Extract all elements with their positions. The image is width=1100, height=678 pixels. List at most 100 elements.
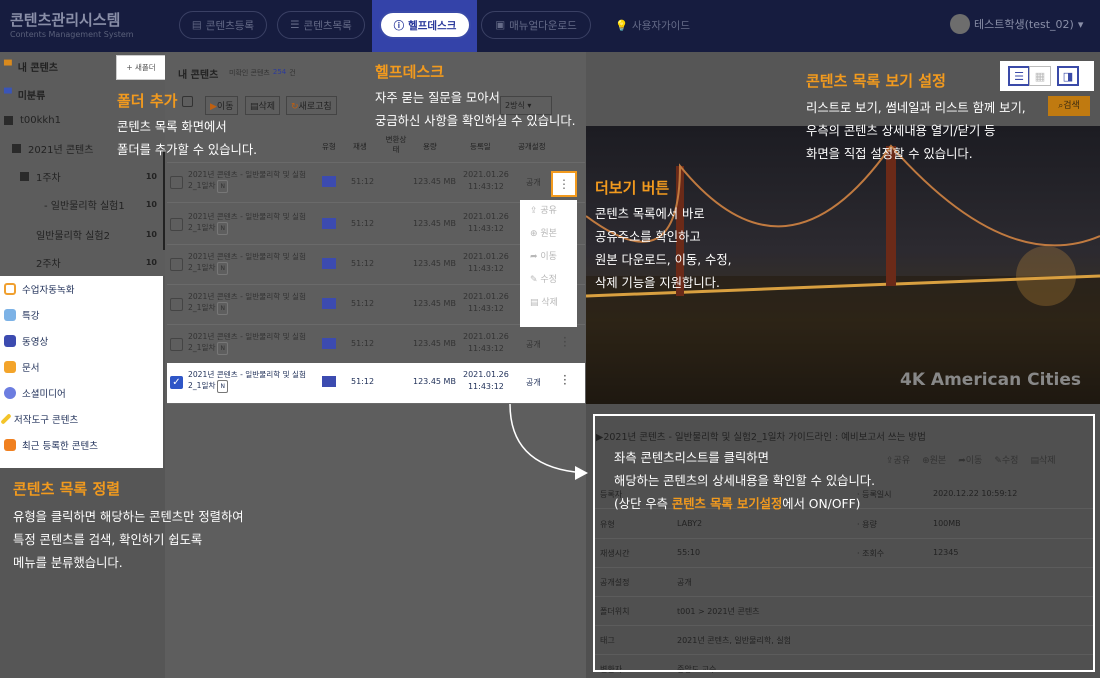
row-title[interactable]: 2021년 콘텐츠 - 일반물리학 및 실험2_1일차 N (188, 369, 313, 393)
list-view-icon[interactable]: ☰ (1008, 66, 1030, 86)
nav-button-user-guide[interactable]: 💡 사용자가이드 (605, 11, 700, 39)
collapse-icon (12, 143, 21, 153)
row-title[interactable]: 2021년 콘텐츠 - 일반물리학 및 실험2_1일차 N (188, 331, 313, 355)
new-badge: N (217, 262, 228, 275)
row-public: 공개 (526, 340, 541, 349)
new-badge: N (217, 302, 228, 315)
new-badge: N (217, 180, 228, 193)
table-row[interactable]: ✓ 2021년 콘텐츠 - 일반물리학 및 실험2_1일차 N 51:12 123.45… (167, 363, 585, 404)
annotation-sort-text: 유형을 클릭하면 해당하는 콘텐츠만 정렬하여 특정 콘텐츠를 검색, 확인하기 … (13, 510, 244, 570)
info-icon: ⓘ (393, 19, 405, 32)
row-checkbox[interactable]: ✓ (170, 376, 183, 389)
menu-item-delete[interactable]: ▤ 삭제 (520, 292, 577, 315)
column-type[interactable]: 유형 (322, 141, 336, 152)
thumbnail-view-icon[interactable]: ▦ (1029, 66, 1051, 86)
city-lights (1016, 246, 1076, 306)
row-size: 123.45 MB (413, 339, 456, 348)
refresh-button[interactable]: ↻새로고침 (286, 96, 337, 115)
video-type-icon (322, 376, 336, 387)
category-recent[interactable]: 최근 등록한 콘텐츠 (4, 432, 98, 458)
row-date: 2021.01.26 11:43:12 (463, 292, 509, 313)
nav-button-manual-download[interactable]: ▣ 매뉴얼다운로드 (481, 11, 591, 39)
more-icon[interactable]: ··· (563, 332, 567, 352)
app-title[interactable]: 콘텐츠관리시스템 (10, 9, 120, 30)
row-title[interactable]: 2021년 콘텐츠 - 일반물리학 및 실험2_1일차 N (188, 169, 313, 193)
column-play[interactable]: 재생 (353, 141, 367, 152)
menu-item-edit[interactable]: ✎ 수정 (520, 269, 577, 292)
move-icon: ▶ (210, 102, 217, 112)
list-title: 내 콘텐츠 (178, 70, 219, 81)
row-date: 2021.01.26 11:43:12 (463, 370, 509, 391)
row-checkbox[interactable] (170, 218, 183, 231)
menu-item-share[interactable]: ⇪ 공유 (520, 200, 577, 223)
row-checkbox[interactable] (170, 298, 183, 311)
menu-item-original[interactable]: ⊕ 원본 (520, 223, 577, 246)
folder-icon (4, 361, 16, 373)
annotation-detail-text: 좌측 콘텐츠리스트를 클릭하면 해당하는 콘텐츠의 상세내용을 확인할 수 있습니… (614, 451, 876, 511)
tree-week1[interactable]: 1주차 10 (0, 162, 165, 190)
nav-button-list[interactable]: ☰ 콘텐츠목록 (277, 11, 365, 39)
bridge-tower-right (886, 146, 896, 286)
category-document[interactable]: 문서 (4, 354, 39, 380)
row-size: 123.45 MB (413, 177, 456, 186)
select-all-checkbox[interactable] (182, 96, 193, 107)
arrow-icon: ➦ (530, 252, 541, 262)
row-size: 123.45 MB (413, 219, 456, 228)
annotation-more-title: 더보기 버튼 (595, 179, 670, 197)
new-folder-button[interactable]: + 새폴더 (116, 55, 166, 80)
row-size: 123.45 MB (413, 377, 456, 386)
row-public: 공개 (526, 178, 541, 187)
collapse-icon (20, 171, 29, 181)
folder-icon: ▀ (4, 60, 12, 72)
refresh-icon: ↻ (291, 102, 299, 112)
row-duration: 51:12 (351, 377, 375, 386)
chat-icon (4, 387, 16, 399)
pointer-arrow (509, 404, 588, 480)
table-row[interactable]: 2021년 콘텐츠 - 일반물리학 및 실험2_1일차 N 51:12 123.45 … (167, 163, 585, 203)
category-lecture[interactable]: 특강 (4, 302, 39, 328)
more-button-highlighted[interactable]: ⋮ (551, 171, 577, 197)
list-summary: 미확인 콘텐츠 254 건 (229, 68, 296, 77)
detail-toggle-icon[interactable]: ◨ (1057, 66, 1079, 86)
move-button[interactable]: ▶이동 (205, 96, 239, 115)
category-authoring[interactable]: 저작도구 콘텐츠 (0, 406, 78, 432)
table-row[interactable]: 2021년 콘텐츠 - 일반물리학 및 실험2_1일차 N 51:12 123.45 … (167, 325, 585, 365)
nav-button-register[interactable]: ▤ 콘텐츠등록 (179, 11, 267, 39)
annotation-more-text: 콘텐츠 목록에서 바로 공유주소를 확인하고 원본 다운로드, 이동, 수정, 삭제 … (595, 207, 732, 290)
row-checkbox[interactable] (170, 258, 183, 271)
category-video[interactable]: 동영상 (4, 328, 48, 354)
row-public: 공개 (526, 378, 541, 387)
more-context-menu: ⇪ 공유 ⊕ 원본 ➦ 이동 ✎ 수정 ▤ 삭제 (520, 200, 577, 327)
column-size[interactable]: 용량 (423, 141, 437, 152)
column-public[interactable]: 공개설정 (518, 141, 546, 152)
column-convert[interactable]: 변환상태 (383, 135, 409, 155)
folder-icon: ▀ (4, 88, 12, 100)
tree-exp1[interactable]: - 일반물리학 실험1 10 (0, 190, 165, 218)
delete-button[interactable]: ▤삭제 (245, 96, 281, 115)
share-icon: ⇪ (530, 206, 541, 216)
collapse-icon (4, 115, 13, 125)
tree-week2[interactable]: 2주차 10 (0, 248, 165, 276)
row-title[interactable]: 2021년 콘텐츠 - 일반물리학 및 실험2_1일차 N (188, 291, 313, 315)
category-auto-record[interactable]: 수업자동녹화 (4, 276, 74, 302)
avatar (950, 14, 970, 34)
new-badge: N (217, 342, 228, 355)
category-social[interactable]: 소셜미디어 (4, 380, 66, 406)
book-icon (4, 309, 16, 321)
tree-exp2[interactable]: 일반물리학 실험2 10 (0, 220, 165, 248)
user-menu[interactable]: 테스트학생(test_02) ▾ (950, 14, 1083, 34)
more-icon[interactable]: ··· (563, 370, 567, 390)
record-icon (4, 283, 16, 295)
row-checkbox[interactable] (170, 176, 183, 189)
menu-item-move[interactable]: ➦ 이동 (520, 246, 577, 269)
search-button[interactable]: ⌕검색 (1048, 96, 1090, 116)
row-title[interactable]: 2021년 콘텐츠 - 일반물리학 및 실험2_1일차 N (188, 251, 313, 275)
row-duration: 51:12 (351, 299, 375, 308)
nav-button-helpdesk[interactable]: ⓘ 헬프데스크 (379, 11, 471, 39)
row-date: 2021.01.26 11:43:12 (463, 212, 509, 233)
video-type-icon (322, 298, 336, 309)
column-date[interactable]: 등록일 (470, 141, 491, 152)
trash-icon: ▤ (250, 102, 259, 112)
row-checkbox[interactable] (170, 338, 183, 351)
row-title[interactable]: 2021년 콘텐츠 - 일반물리학 및 실험2_1일차 N (188, 211, 313, 235)
